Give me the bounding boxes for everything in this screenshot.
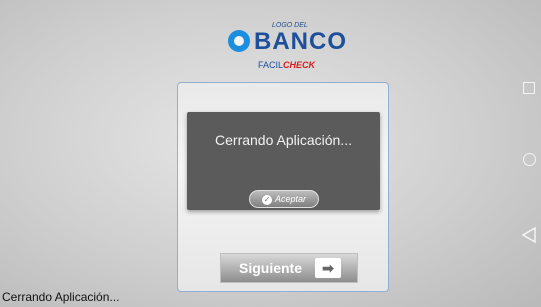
accept-button[interactable]: ✓ Aceptar [249, 190, 319, 208]
check-icon: ✓ [261, 194, 272, 205]
arrow-right-icon: ➡ [315, 258, 341, 278]
closing-dialog: Cerrando Aplicación... ✓ Aceptar [187, 112, 380, 210]
next-button[interactable]: Siguiente ➡ [220, 253, 358, 283]
next-button-label: Siguiente [239, 260, 303, 276]
check-text: CHECK [283, 60, 316, 70]
home-icon[interactable] [523, 153, 536, 166]
recents-icon[interactable] [523, 82, 535, 94]
facilcheck-brand: FACILCHECK [258, 60, 315, 70]
logo-circle-icon [228, 30, 250, 52]
accept-label: Aceptar [274, 194, 307, 204]
bank-logo: LOGO DEL BANCO FACILCHECK [228, 22, 348, 78]
facil-text: FACIL [258, 60, 284, 70]
dialog-message: Cerrando Aplicación... [215, 132, 352, 148]
back-icon[interactable] [521, 226, 537, 244]
status-text: Cerrando Aplicación... [2, 290, 120, 304]
logo-bank-text: BANCO [254, 28, 347, 55]
